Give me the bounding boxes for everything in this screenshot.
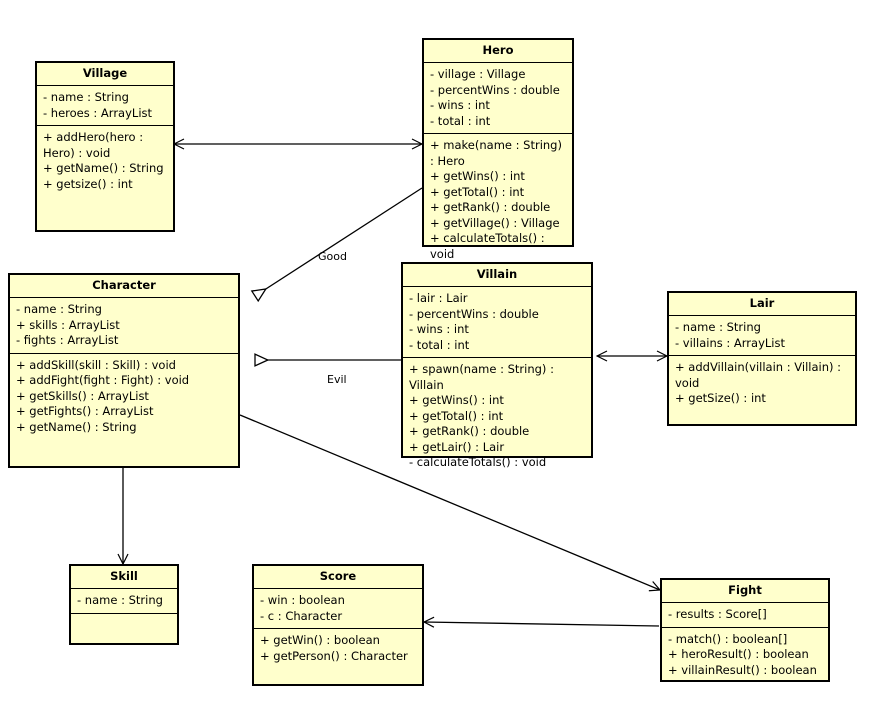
- attribute-row: - wins : int: [430, 98, 490, 112]
- operation-row: + calculateTotals() : void: [430, 231, 545, 261]
- operation-row: + villainResult() : boolean: [668, 662, 817, 677]
- class-box-village[interactable]: Village - name : String - heroes : Array…: [35, 61, 175, 232]
- class-attributes-character: - name : String + skills : ArrayList - f…: [10, 298, 238, 354]
- attribute-row: - total : int: [430, 113, 491, 128]
- operation-row: + getSize() : int: [675, 391, 766, 405]
- operation-row: + getFights() : ArrayList: [16, 404, 154, 418]
- operation-row: + addSkill(skill : Skill) : void: [16, 357, 176, 372]
- class-attributes-score: - win : boolean - c : Character: [254, 589, 422, 629]
- attribute-row: - c : Character: [260, 608, 343, 623]
- class-attributes-fight: - results : Score[]: [662, 603, 828, 628]
- operation-row: + getVillage() : Village: [430, 215, 560, 230]
- class-box-villain[interactable]: Villain - lair : Lair - percentWins : do…: [401, 262, 593, 469]
- class-title-hero: Hero: [424, 40, 572, 63]
- operation-row: + getTotal() : int: [430, 184, 525, 199]
- attribute-row: - heroes : ArrayList: [43, 105, 153, 120]
- attribute-row: - results : Score[]: [668, 607, 767, 621]
- operation-row: + getRank() : double: [430, 200, 551, 214]
- class-title-lair: Lair: [669, 293, 855, 316]
- class-operations-character: + addSkill(skill : Skill) : void + addFi…: [10, 354, 238, 467]
- operation-row: + addFight(fight : Fight) : void: [16, 373, 190, 387]
- operation-row: + getWin() : boolean: [260, 633, 380, 647]
- operation-row: + getLair() : Lair: [409, 439, 505, 454]
- uml-class-diagram-canvas: Good Evil Village - name : String - hero…: [0, 0, 891, 703]
- attribute-row: - village : Village: [430, 67, 526, 81]
- attribute-row: - name : String: [675, 320, 761, 334]
- edge-fight-score: [424, 622, 660, 626]
- class-title-villain: Villain: [403, 264, 591, 287]
- attribute-row: - fights : ArrayList: [16, 333, 119, 347]
- operation-row: + getTotal() : int: [409, 408, 504, 423]
- operation-row: + addHero(hero : Hero) : void: [43, 130, 144, 160]
- attribute-row: - total : int: [409, 337, 470, 352]
- attribute-row: - percentWins : double: [409, 306, 539, 321]
- operation-row: + getPerson() : Character: [260, 648, 408, 663]
- attribute-row: - name : String: [43, 90, 129, 104]
- edge-label-evil: Evil: [327, 373, 347, 386]
- class-operations-hero: + make(name : String) : Hero + getWins()…: [424, 134, 572, 266]
- class-attributes-villain: - lair : Lair - percentWins : double - w…: [403, 287, 591, 358]
- operation-row: - calculateTotals() : void: [409, 455, 547, 469]
- operation-row: + getName() : String: [16, 419, 137, 434]
- class-title-skill: Skill: [71, 566, 177, 589]
- operation-row: + heroResult() : boolean: [668, 647, 809, 661]
- class-operations-villain: + spawn(name : String) : Villain + getWi…: [403, 358, 591, 475]
- operation-row: + spawn(name : String) : Villain: [409, 362, 554, 392]
- class-operations-village: + addHero(hero : Hero) : void + getName(…: [37, 126, 173, 230]
- class-box-skill[interactable]: Skill - name : String: [69, 564, 179, 645]
- edge-label-good: Good: [318, 250, 347, 263]
- class-box-hero[interactable]: Hero - village : Village - percentWins :…: [422, 38, 574, 261]
- class-title-village: Village: [37, 63, 173, 86]
- class-title-score: Score: [254, 566, 422, 589]
- attribute-row: - villains : ArrayList: [675, 335, 785, 350]
- operation-row: + getName() : String: [43, 161, 164, 175]
- class-attributes-hero: - village : Village - percentWins : doub…: [424, 63, 572, 134]
- class-attributes-village: - name : String - heroes : ArrayList: [37, 86, 173, 126]
- class-box-fight[interactable]: Fight - results : Score[] - match() : bo…: [660, 578, 830, 682]
- attribute-row: - percentWins : double: [430, 82, 560, 97]
- operation-row: + getSkills() : ArrayList: [16, 388, 149, 403]
- class-title-fight: Fight: [662, 580, 828, 603]
- operation-row: + getRank() : double: [409, 424, 530, 438]
- class-operations-skill: [71, 614, 177, 644]
- class-attributes-lair: - name : String - villains : ArrayList: [669, 316, 855, 356]
- class-attributes-skill: - name : String: [71, 589, 177, 614]
- attribute-row: - name : String: [77, 593, 163, 607]
- class-title-character: Character: [10, 275, 238, 298]
- class-operations-score: + getWin() : boolean + getPerson() : Cha…: [254, 629, 422, 684]
- class-operations-lair: + addVillain(villain : Villain) : void +…: [669, 356, 855, 424]
- attribute-row: - lair : Lair: [409, 291, 468, 305]
- class-box-lair[interactable]: Lair - name : String - villains : ArrayL…: [667, 291, 857, 426]
- attribute-row: - wins : int: [409, 322, 469, 336]
- class-operations-fight: - match() : boolean[] + heroResult() : b…: [662, 628, 828, 683]
- attribute-row: - name : String: [16, 302, 102, 316]
- attribute-row: + skills : ArrayList: [16, 317, 120, 332]
- edge-hero-character: [255, 187, 423, 296]
- attribute-row: - win : boolean: [260, 593, 345, 607]
- operation-row: + getWins() : int: [430, 169, 525, 183]
- class-box-character[interactable]: Character - name : String + skills : Arr…: [8, 273, 240, 468]
- class-box-score[interactable]: Score - win : boolean - c : Character + …: [252, 564, 424, 686]
- operation-row: + getWins() : int: [409, 393, 504, 407]
- operation-row: + getsize() : int: [43, 176, 133, 191]
- operation-row: + make(name : String) : Hero: [430, 138, 562, 168]
- operation-row: + addVillain(villain : Villain) : void: [675, 360, 842, 390]
- operation-row: - match() : boolean[]: [668, 631, 788, 646]
